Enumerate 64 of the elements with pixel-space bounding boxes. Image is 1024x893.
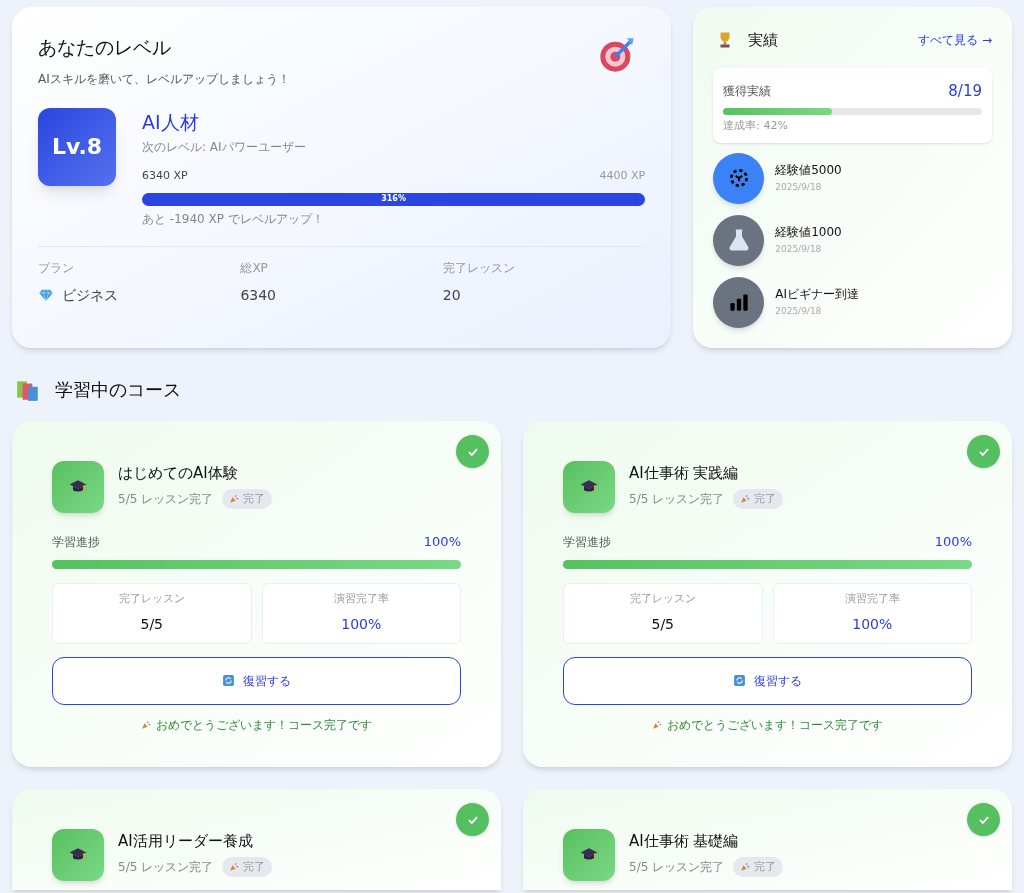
- progress-label: 学習進捗: [52, 533, 100, 551]
- section-title: 学習中のコース: [55, 378, 181, 402]
- stat-value: ビジネス: [62, 285, 118, 305]
- rank-title: AI人材: [142, 109, 200, 135]
- progress-value: 100%: [934, 533, 972, 551]
- badge-text: 完了: [754, 858, 777, 875]
- progress-label: 学習進捗: [563, 533, 611, 551]
- course-title: はじめてのAI体験: [118, 463, 239, 484]
- stat-value: 100%: [341, 614, 382, 634]
- stat-value: 100%: [852, 614, 893, 634]
- stat-label: プラン: [38, 259, 75, 277]
- badge-text: 完了: [243, 858, 266, 875]
- achievement-rate: 達成率: 42%: [723, 118, 789, 134]
- course-title: AI活用リーダー養成: [118, 831, 254, 852]
- completion-message: おめでとうございます！コース完了です: [667, 716, 883, 734]
- summary-count: 8/19: [948, 80, 982, 102]
- course-title: AI仕事術 実践編: [629, 463, 740, 484]
- achievement-name: 経験値1000: [775, 224, 842, 242]
- achievement-date: 2025/9/18: [775, 243, 823, 257]
- card-title: あなたのレベル: [38, 35, 171, 60]
- achievement-date: 2025/9/18: [775, 305, 823, 319]
- summary-label: 獲得実績: [723, 82, 772, 100]
- review-button[interactable]: 復習する: [52, 656, 461, 705]
- see-all-link[interactable]: すべて見る →: [918, 31, 992, 50]
- card-title: 実績: [748, 30, 779, 51]
- party-popper-icon: [740, 861, 751, 872]
- stat-label: 完了レッスン: [118, 591, 185, 608]
- achievement-name: AIビギナー到達: [775, 286, 859, 304]
- stat-value: 6340: [240, 285, 277, 305]
- progress-value: 100%: [423, 533, 461, 551]
- achievement-name: 経験値5000: [775, 162, 842, 180]
- completion-message: おめでとうございます！コース完了です: [156, 716, 372, 734]
- badge-text: 完了: [754, 490, 777, 507]
- refresh-icon: [733, 674, 746, 687]
- stat-label: 演習完了率: [844, 591, 900, 608]
- lessons-count: 5/5 レッスン完了: [118, 490, 214, 508]
- lessons-count: 5/5 レッスン完了: [118, 858, 214, 876]
- remaining-xp-text: あと -1940 XP でレベルアップ！: [142, 210, 325, 228]
- party-popper-icon: [652, 719, 662, 730]
- card-subtitle: AIスキルを磨いて、レベルアップしましょう！: [38, 70, 290, 88]
- review-button[interactable]: 復習する: [563, 656, 972, 705]
- level-badge: Lv.8: [38, 107, 116, 186]
- next-level-text: 次のレベル: AIパワーユーザー: [142, 139, 307, 156]
- course-title: AI仕事術 基礎編: [629, 831, 740, 852]
- stat-value: 5/5: [651, 614, 674, 634]
- target-xp: 4400 XP: [599, 168, 646, 184]
- stat-label: 完了レッスン: [629, 591, 696, 608]
- badge-text: 完了: [243, 490, 266, 507]
- stat-value: 5/5: [140, 614, 163, 634]
- party-popper-icon: [740, 493, 751, 504]
- progress-percent: 316%: [380, 193, 407, 205]
- stat-label: 総XP: [240, 259, 269, 277]
- lessons-count: 5/5 レッスン完了: [629, 490, 725, 508]
- current-xp: 6340 XP: [142, 168, 188, 184]
- lessons-count: 5/5 レッスン完了: [629, 858, 725, 876]
- refresh-icon: [222, 674, 235, 687]
- stat-value: 20: [442, 285, 461, 305]
- party-popper-icon: [229, 493, 240, 504]
- party-popper-icon: [141, 719, 151, 730]
- stat-label: 完了レッスン: [442, 259, 516, 277]
- diamond-icon: [38, 287, 54, 303]
- achievement-date: 2025/9/18: [775, 181, 823, 195]
- stat-label: 演習完了率: [333, 591, 389, 608]
- party-popper-icon: [229, 861, 240, 872]
